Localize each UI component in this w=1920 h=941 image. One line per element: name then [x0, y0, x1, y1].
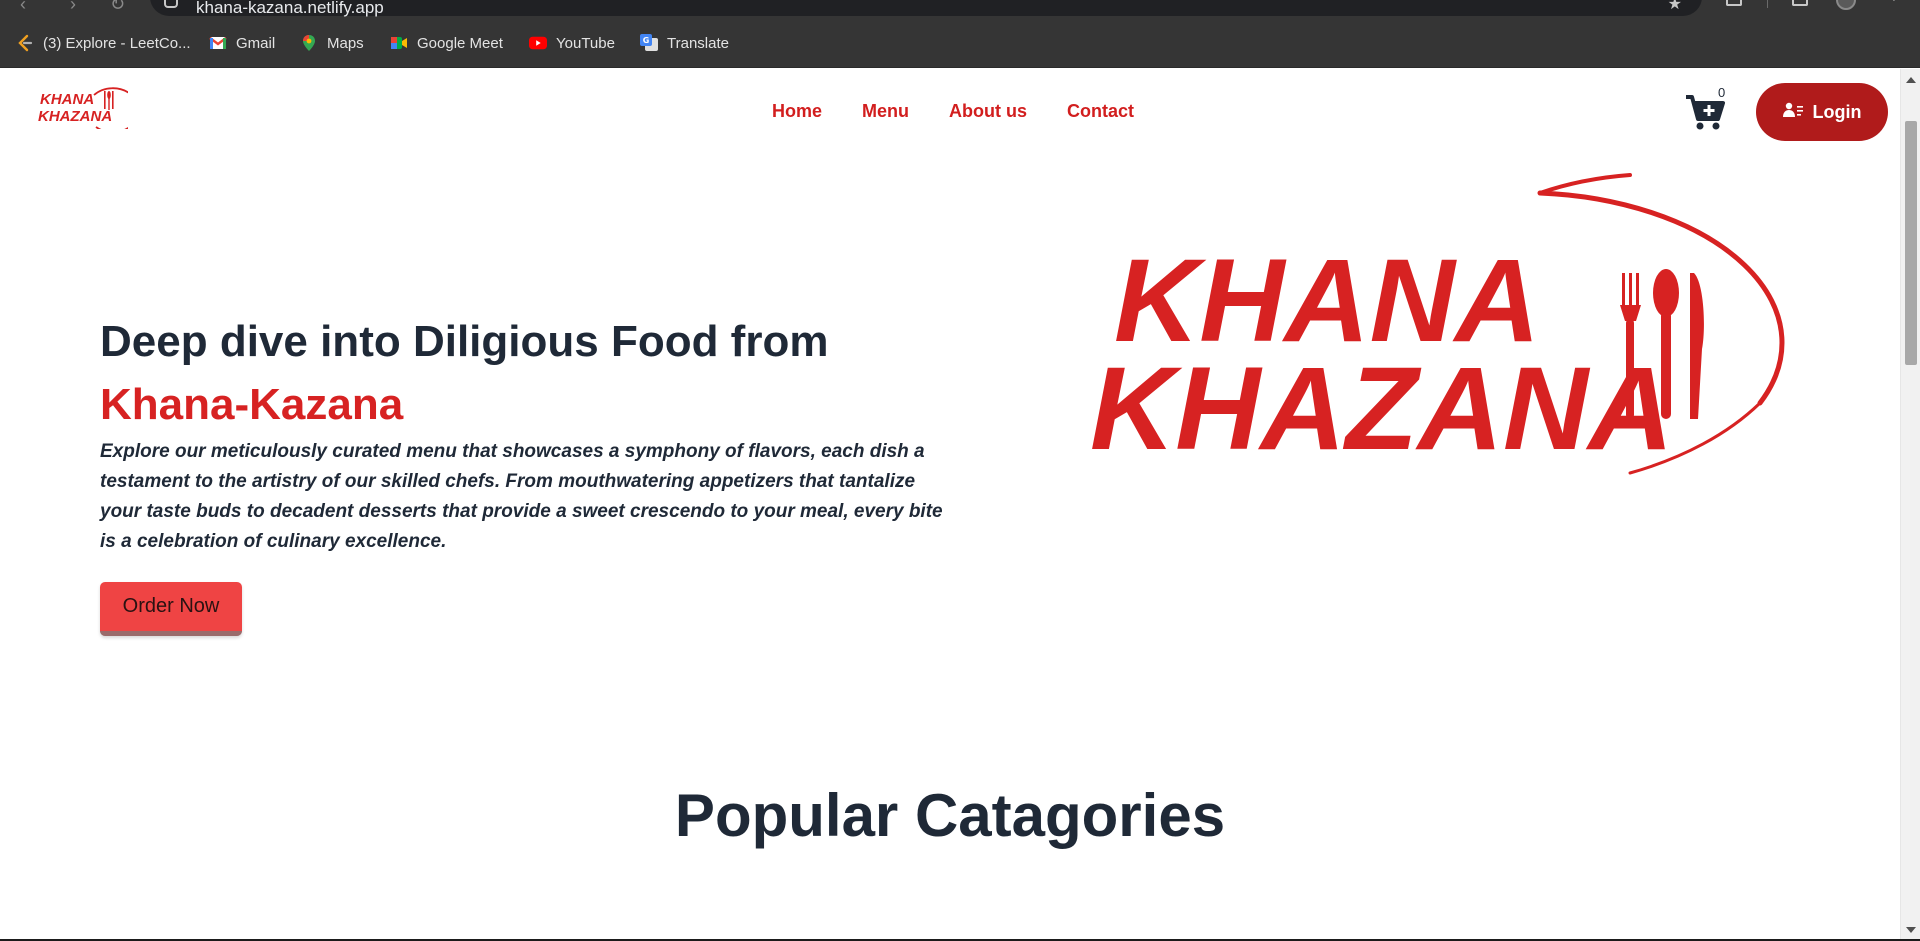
hero-description: Explore our meticulously curated menu th…: [100, 441, 943, 552]
hero-logo-text-line2: KHAZANA: [1090, 343, 1673, 475]
site-navbar: KHANA KHAZANA Home Menu About us Contact…: [0, 69, 1900, 155]
hero-brand-name: Khana-Kazana: [100, 380, 404, 429]
bookmark-label: YouTube: [556, 34, 615, 52]
profile-avatar[interactable]: [1836, 0, 1856, 10]
bookmark-label: (3) Explore - LeetCo...: [43, 34, 191, 52]
main-nav: Home Menu About us Contact: [772, 101, 1134, 122]
popular-categories-title: Popular Catagories: [674, 782, 1226, 849]
hero-heading: Deep dive into Diligious Food from: [100, 317, 829, 366]
svg-text:G: G: [643, 36, 650, 45]
nav-home-link[interactable]: Home: [772, 101, 822, 122]
back-icon[interactable]: ‹: [20, 0, 26, 15]
login-button[interactable]: Login: [1756, 83, 1888, 141]
reload-icon[interactable]: ↻: [110, 0, 125, 15]
hero-logo-image: KHANA KHAZANA: [1070, 153, 1830, 513]
bookmark-youtube[interactable]: YouTube: [529, 32, 615, 54]
user-icon: [1782, 102, 1803, 123]
bookmark-label: Gmail: [236, 34, 276, 52]
forward-icon[interactable]: ›: [70, 0, 76, 15]
translate-icon: G: [640, 34, 658, 52]
bookmarks-bar: (3) Explore - LeetCo... Gmail Maps Googl…: [0, 18, 1920, 68]
side-panel-icon[interactable]: [1792, 0, 1808, 6]
maps-icon: [300, 34, 318, 52]
site-logo[interactable]: KHANA KHAZANA: [38, 83, 140, 134]
bookmark-label: Translate: [667, 34, 729, 52]
leetcode-icon: [16, 34, 34, 52]
nav-about-link[interactable]: About us: [949, 101, 1027, 122]
bookmark-maps[interactable]: Maps: [300, 32, 364, 54]
bookmark-label: Maps: [327, 34, 364, 52]
bookmark-star-icon[interactable]: ★: [1668, 0, 1682, 14]
bookmark-translate[interactable]: G Translate: [640, 32, 729, 54]
gmail-icon: [209, 34, 227, 52]
scroll-down-arrow-icon[interactable]: [1906, 927, 1916, 933]
scrollbar-thumb[interactable]: [1905, 121, 1917, 365]
logo-text-line2: KHAZANA: [38, 108, 112, 125]
bookmark-leetcode[interactable]: (3) Explore - LeetCo...: [16, 32, 191, 54]
order-now-button[interactable]: Order Now: [100, 582, 242, 636]
toolbar-divider: [1767, 0, 1768, 8]
youtube-icon: [529, 34, 547, 52]
bookmark-gmail[interactable]: Gmail: [209, 32, 275, 54]
nav-menu-link[interactable]: Menu: [862, 101, 909, 122]
bookmark-label: Google Meet: [417, 34, 503, 52]
site-info-icon[interactable]: [164, 0, 178, 8]
page-scrollbar[interactable]: [1900, 69, 1920, 941]
address-bar-url[interactable]: khana-kazana.netlify.app: [196, 0, 384, 18]
cart-count-badge: 0: [1718, 85, 1726, 100]
extensions-icon[interactable]: [1726, 0, 1742, 6]
nav-contact-link[interactable]: Contact: [1067, 101, 1134, 122]
login-label: Login: [1812, 101, 1862, 122]
browser-toolbar: ‹ › ↻ khana-kazana.netlify.app ★ ⋮: [0, 0, 1920, 18]
page: KHANA KHAZANA Home Menu About us Contact…: [0, 69, 1900, 941]
scroll-up-arrow-icon[interactable]: [1906, 77, 1916, 83]
logo-text-line1: KHANA: [40, 91, 94, 108]
google-meet-icon: [390, 34, 408, 52]
bookmark-google-meet[interactable]: Google Meet: [390, 32, 503, 54]
address-bar[interactable]: khana-kazana.netlify.app ★: [150, 0, 1702, 18]
